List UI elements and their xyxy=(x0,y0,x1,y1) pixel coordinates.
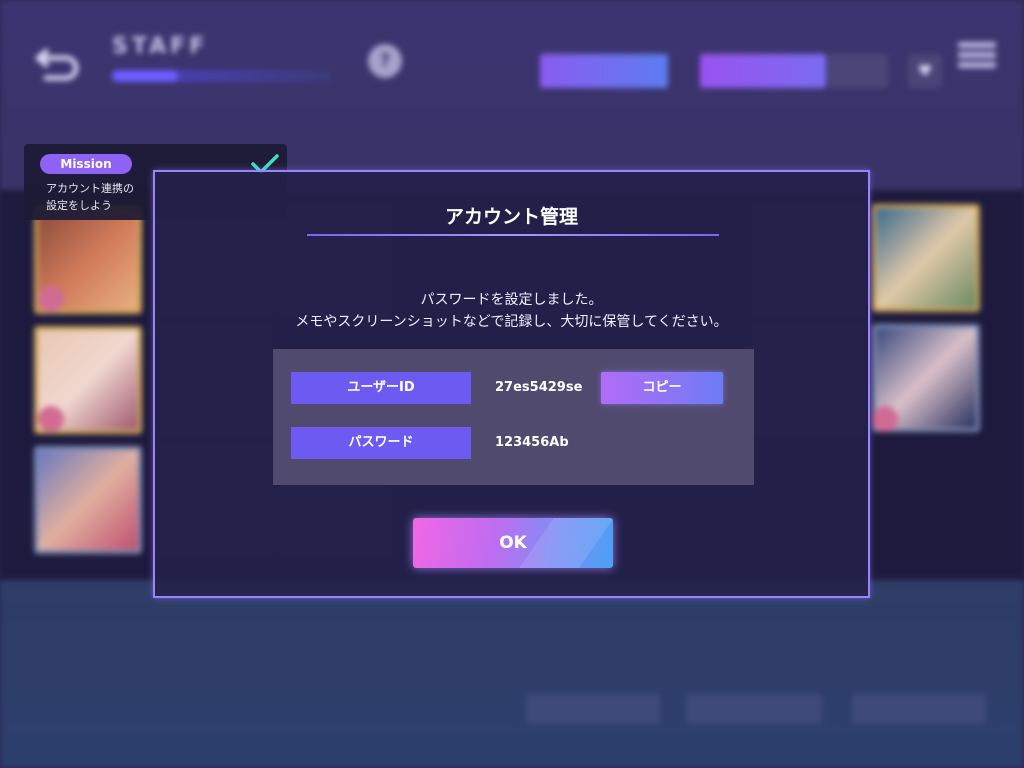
ok-button[interactable]: OK xyxy=(413,518,613,568)
footer-button-2[interactable] xyxy=(686,694,822,724)
dialog-message: パスワードを設定しました。 メモやスクリーンショットなどで記録し、大切に保管して… xyxy=(155,289,868,333)
footer-button-3[interactable] xyxy=(852,694,986,724)
header-button-a[interactable] xyxy=(540,54,668,88)
staff-title: STAFF xyxy=(112,34,209,59)
credentials-box: ユーザーID 27es5429se コピー パスワード 123456Ab xyxy=(273,349,754,485)
password-value: 123456Ab xyxy=(495,435,569,450)
heart-icon[interactable]: ♥ xyxy=(908,54,942,88)
footer-area xyxy=(0,580,1024,768)
password-label: パスワード xyxy=(291,427,471,459)
mission-pill: Mission xyxy=(40,154,132,174)
character-card[interactable] xyxy=(872,204,980,312)
title-underline xyxy=(307,234,719,236)
mission-text-line-2: 設定をしよう xyxy=(46,199,112,212)
staff-progress-bar xyxy=(112,70,332,82)
copy-button[interactable]: コピー xyxy=(601,372,723,404)
staff-progress-fill xyxy=(112,70,178,82)
user-id-label: ユーザーID xyxy=(291,372,471,404)
back-arrow-icon[interactable] xyxy=(34,44,82,84)
dialog-title: アカウント管理 xyxy=(444,206,578,228)
card-badge xyxy=(38,286,64,312)
hamburger-menu-icon[interactable] xyxy=(958,38,996,88)
header-button-c[interactable] xyxy=(828,54,888,88)
footer-button-1[interactable] xyxy=(526,694,660,724)
character-card[interactable] xyxy=(34,446,142,554)
card-badge xyxy=(38,406,64,432)
card-badge xyxy=(872,406,898,432)
mission-text-line-1: アカウント連携の xyxy=(46,182,134,195)
mission-description: アカウント連携の 設定をしよう xyxy=(46,180,134,214)
user-id-value: 27es5429se xyxy=(495,380,583,395)
account-management-dialog: アカウント管理 パスワードを設定しました。 メモやスクリーンショットなどで記録し… xyxy=(153,170,870,598)
message-line-1: パスワードを設定しました。 xyxy=(420,292,603,308)
message-line-2: メモやスクリーンショットなどで記録し、大切に保管してください。 xyxy=(295,314,728,330)
header-button-b[interactable] xyxy=(700,54,826,88)
help-icon[interactable]: ? xyxy=(368,44,402,78)
